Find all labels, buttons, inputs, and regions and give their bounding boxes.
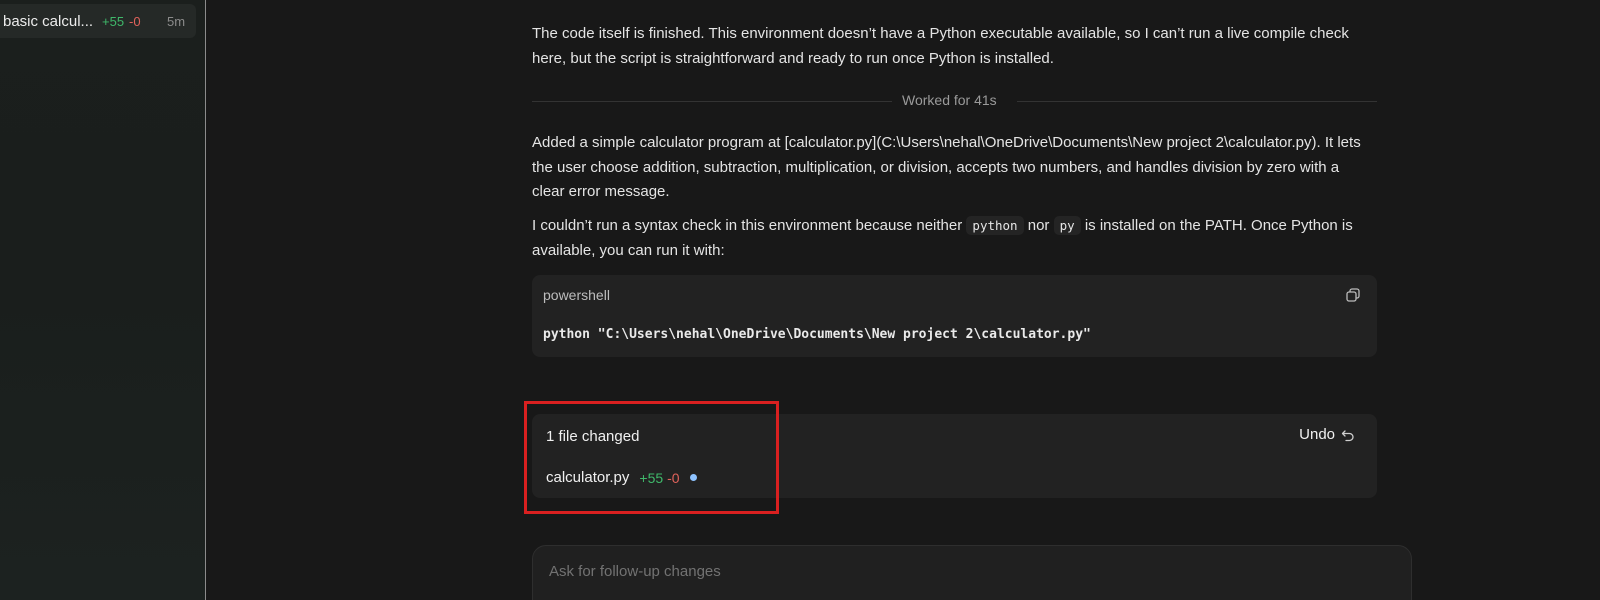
inline-code: python: [966, 216, 1024, 235]
message-paragraph: The code itself is finished. This enviro…: [532, 22, 1377, 71]
thread-item[interactable]: basic calcul... +55 -0 5m: [0, 4, 196, 38]
sidebar: basic calcul... +55 -0 5m: [0, 0, 206, 600]
highlight-annotation-box: [524, 401, 779, 514]
worked-divider: Worked for 41s: [532, 92, 1377, 110]
code-block: powershell python "C:\Users\nehal\OneDri…: [532, 275, 1377, 357]
message-paragraph: I couldn’t run a syntax check in this en…: [532, 214, 1377, 263]
copy-icon[interactable]: [1345, 287, 1361, 303]
message-line: the user choose addition, subtraction, m…: [532, 158, 1340, 176]
undo-button[interactable]: Undo: [1299, 426, 1355, 443]
undo-icon: [1341, 429, 1354, 441]
thread-time: 5m: [167, 13, 186, 29]
main-panel: The code itself is finished. This enviro…: [207, 0, 1600, 600]
thread-title: basic calcul...: [3, 12, 94, 30]
message-line: here, but the script is straightforward …: [532, 49, 1054, 67]
message-line: clear error message.: [532, 183, 670, 200]
app-window: basic calcul... +55 -0 5m The code itsel…: [0, 0, 1600, 600]
message-line: The code itself is finished. This enviro…: [532, 25, 1349, 42]
message-text: nor: [1027, 217, 1050, 234]
code-content: python "C:\Users\nehal\OneDrive\Document…: [543, 327, 1091, 342]
thread-additions: +55: [102, 13, 125, 29]
composer: [532, 545, 1412, 600]
worked-for-label: Worked for 41s: [902, 92, 997, 108]
message-text: is installed on the PATH. Once Python is: [1084, 217, 1353, 234]
divider-line: [1017, 101, 1377, 102]
message-text: I couldn’t run a syntax check in this en…: [532, 217, 963, 234]
follow-up-input[interactable]: [547, 562, 1351, 581]
message-line: Added a simple calculator program at [ca…: [532, 134, 1361, 151]
message-paragraph: Added a simple calculator program at [ca…: [532, 131, 1377, 205]
message-line: available, you can run it with:: [532, 241, 725, 259]
inline-code: py: [1053, 216, 1081, 235]
thread-deletions: -0: [129, 13, 141, 29]
code-language: powershell: [543, 287, 610, 303]
divider-line: [532, 101, 892, 102]
undo-label: Undo: [1299, 426, 1335, 443]
